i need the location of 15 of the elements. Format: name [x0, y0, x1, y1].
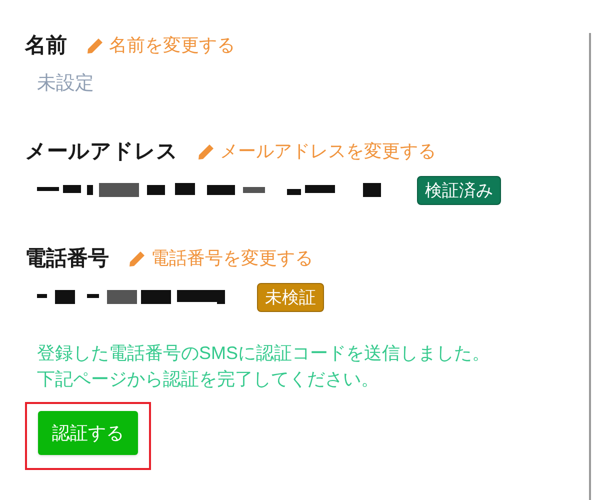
notice-text: 下記ページから認証を完了してください。 — [37, 368, 380, 391]
field-label: メールアドレス — [25, 139, 178, 165]
edit-link[interactable]: 電話番号を変更する — [127, 245, 313, 272]
field-label: 電話番号 — [25, 246, 109, 272]
notice-text: 登録した電話番号のSMSに認証コードを送信しました。 — [37, 342, 492, 365]
pencil-icon — [196, 142, 216, 162]
pencil-icon — [85, 36, 105, 56]
status-badge: 検証済み — [417, 176, 501, 205]
edit-link[interactable]: メールアドレスを変更する — [196, 138, 436, 166]
pencil-icon — [127, 248, 147, 269]
field-label: 名前 — [25, 33, 67, 59]
field-value: 未設定 — [37, 72, 94, 96]
edit-link[interactable]: 名前を変更する — [85, 32, 235, 60]
verify-button[interactable]: 認証する — [38, 411, 138, 455]
status-badge: 未検証 — [257, 282, 324, 312]
